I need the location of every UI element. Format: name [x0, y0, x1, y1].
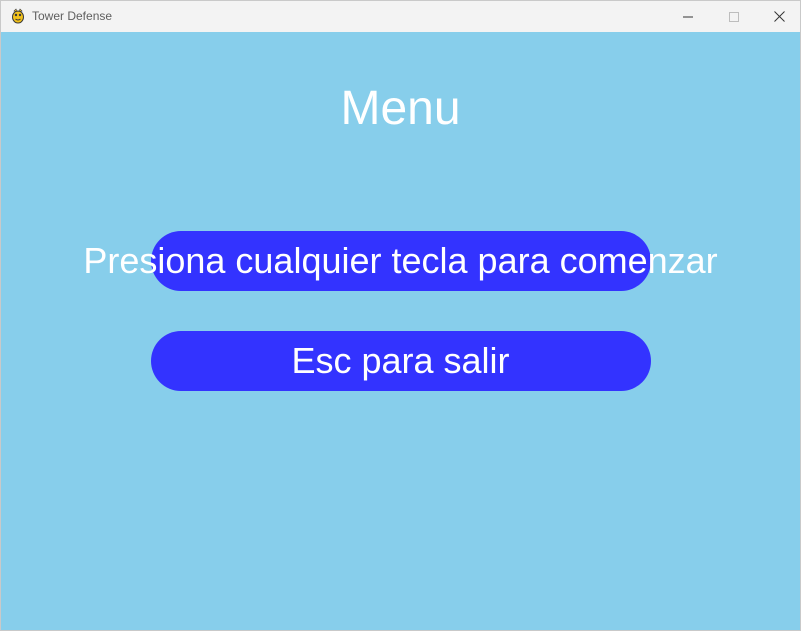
window-title: Tower Defense — [32, 9, 113, 23]
game-canvas[interactable]: Menu Presiona cualquier tecla para comen… — [1, 32, 800, 630]
minimize-icon — [683, 16, 693, 17]
maximize-icon — [729, 11, 739, 22]
title-bar[interactable]: Tower Defense — [1, 1, 800, 32]
start-prompt-label: Presiona cualquier tecla para comenzar — [83, 240, 718, 281]
maximize-button[interactable] — [711, 1, 757, 32]
menu-title: Menu — [340, 82, 461, 135]
quit-prompt-label: Esc para salir — [291, 340, 510, 381]
pygame-snake-icon — [12, 8, 24, 24]
app-window: Tower Defense Menu Presiona cualquier te… — [0, 0, 801, 631]
minimize-button[interactable] — [665, 1, 711, 32]
close-icon — [773, 11, 785, 22]
close-button[interactable] — [756, 1, 800, 32]
